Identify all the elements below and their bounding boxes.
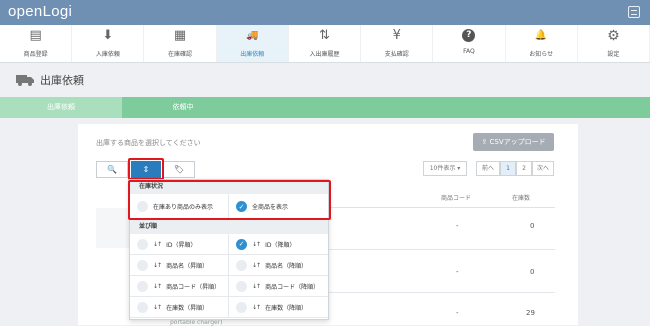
page-1-button[interactable]: 1 [500, 161, 516, 176]
nav-item-history[interactable]: ⇅ 入出庫履歴 [289, 25, 362, 62]
main-nav: ▤ 商品登録 ⬇ 入庫依頼 ▦ 在庫確認 🚚 出庫依頼 ⇅ 入出庫履歴 ¥ 支払… [0, 25, 650, 63]
option-name-desc[interactable]: ↓↑ 商品名（降順） [229, 255, 328, 276]
menu-icon[interactable] [628, 6, 640, 18]
nav-label: 出庫依頼 [240, 51, 265, 58]
table-cell-stock: 0 [530, 268, 535, 276]
radio-icon [236, 259, 247, 271]
nav-item-inbound[interactable]: ⬇ 入庫依頼 [72, 25, 145, 62]
option-code-desc[interactable]: ↓↑ 商品コード（降順） [229, 276, 328, 297]
table-cell-code: - [456, 309, 459, 317]
nav-item-product-register[interactable]: ▤ 商品登録 [0, 25, 73, 62]
history-icon: ⇅ [319, 28, 330, 43]
option-stock-asc[interactable]: ↓↑ 在庫数（昇順） [130, 297, 229, 318]
checkmark-icon: ✓ [236, 238, 247, 250]
table-cell-code: - [456, 268, 459, 276]
step-outbound-request: 出庫依頼 [0, 97, 122, 118]
sort-asc-icon: ↓↑ [153, 240, 162, 248]
nav-label: FAQ [463, 48, 475, 55]
yen-icon: ¥ [392, 28, 401, 43]
table-cell-code: - [456, 222, 459, 230]
truck-icon: 🚚 [246, 30, 259, 41]
top-bar: openLogi [0, 0, 650, 25]
sort-order-options: ↓↑ ID（昇順） ✓ ↓↑ ID（降順） ↓↑ 商品名（昇順） ↓↑ 商品名（… [130, 234, 328, 318]
sort-asc-icon: ↓↑ [153, 282, 162, 290]
nav-label: お知らせ [529, 51, 554, 58]
radio-icon [236, 280, 247, 292]
sort-desc-icon: ↓↑ [252, 303, 261, 311]
nav-item-inventory[interactable]: ▦ 在庫確認 [144, 25, 217, 62]
instruction-text: 出庫する商品を選択してください [96, 139, 201, 147]
table-cell-stock: 29 [526, 309, 535, 317]
faq-icon: ? [462, 29, 476, 42]
option-label: 商品コード（降順） [265, 283, 320, 291]
tag-button[interactable]: 🏷 [163, 161, 195, 178]
per-page-label: 10件表示 [429, 165, 456, 172]
inventory-icon: ▦ [173, 28, 187, 43]
truck-icon [16, 75, 34, 86]
sort-desc-icon: ↓↑ [252, 282, 261, 290]
option-stock-desc[interactable]: ↓↑ 在庫数（降順） [229, 297, 328, 318]
page-2-button[interactable]: 2 [516, 161, 532, 176]
nav-label: 商品登録 [23, 51, 48, 58]
radio-icon [137, 259, 148, 271]
nav-item-outbound[interactable]: 🚚 出庫依頼 [216, 25, 289, 62]
radio-icon [137, 280, 148, 292]
csv-upload-label: CSVアップロード [489, 138, 546, 146]
radio-icon [236, 301, 247, 313]
nav-label: 設定 [607, 51, 620, 58]
logo[interactable]: openLogi [8, 3, 72, 20]
option-label: 在庫数（降順） [265, 304, 308, 312]
inbound-icon: ⬇ [102, 28, 114, 43]
gear-icon: ⚙ [607, 28, 620, 44]
highlight-frame [128, 180, 331, 220]
nav-label: 入庫依頼 [95, 51, 120, 58]
option-name-asc[interactable]: ↓↑ 商品名（昇順） [130, 255, 229, 276]
csv-upload-button[interactable]: ⇪ CSVアップロード [473, 133, 554, 151]
sort-desc-icon: ↓↑ [252, 240, 261, 248]
sort-asc-icon: ↓↑ [153, 261, 162, 269]
column-header-stock[interactable]: 在庫数 [512, 193, 530, 202]
nav-item-faq[interactable]: ? FAQ [433, 25, 506, 62]
radio-icon [137, 301, 148, 313]
step-requesting: 依頼中 [172, 103, 194, 111]
nav-label: 入出庫履歴 [309, 51, 340, 58]
prev-page-button[interactable]: 前へ [476, 161, 500, 176]
bell-icon: 🔔 [534, 30, 548, 41]
option-label: 商品名（降順） [265, 262, 308, 270]
table-cell-stock: 0 [530, 222, 535, 230]
column-header-code[interactable]: 商品コード [441, 193, 471, 202]
progress-steps: 出庫依頼 依頼中 [0, 97, 650, 118]
radio-icon [137, 238, 148, 250]
option-label: 在庫数（昇順） [166, 304, 209, 312]
nav-label: 在庫確認 [168, 51, 193, 58]
page-title: 出庫依頼 [40, 74, 84, 87]
page-header: 出庫依頼 [16, 72, 84, 88]
option-id-asc[interactable]: ↓↑ ID（昇順） [130, 234, 229, 255]
option-label: ID（降順） [265, 241, 296, 249]
option-label: ID（昇順） [166, 241, 197, 249]
nav-item-notice[interactable]: 🔔 お知らせ [506, 25, 578, 62]
sort-desc-icon: ↓↑ [252, 261, 261, 269]
highlight-frame [128, 158, 164, 180]
sort-asc-icon: ↓↑ [153, 303, 162, 311]
option-label: 商品名（昇順） [166, 262, 209, 270]
product-register-icon: ▤ [29, 28, 42, 43]
option-label: 商品コード（昇順） [166, 283, 221, 291]
nav-item-settings[interactable]: ⚙ 設定 [578, 25, 650, 62]
option-code-asc[interactable]: ↓↑ 商品コード（昇順） [130, 276, 229, 297]
per-page-select[interactable]: 10件表示 ▾ [423, 161, 467, 176]
search-button[interactable]: 🔍 [96, 161, 128, 178]
sort-order-heading: 並び順 [130, 220, 328, 234]
next-page-button[interactable]: 次へ [532, 161, 554, 176]
search-icon: 🔍 [107, 165, 117, 174]
tag-icon: 🏷 [173, 165, 185, 174]
nav-label: 支払確認 [384, 51, 409, 58]
nav-item-payment[interactable]: ¥ 支払確認 [361, 25, 434, 62]
table-header: 商品コード 在庫数 [320, 188, 555, 208]
option-id-desc[interactable]: ✓ ↓↑ ID（降順） [229, 234, 328, 255]
